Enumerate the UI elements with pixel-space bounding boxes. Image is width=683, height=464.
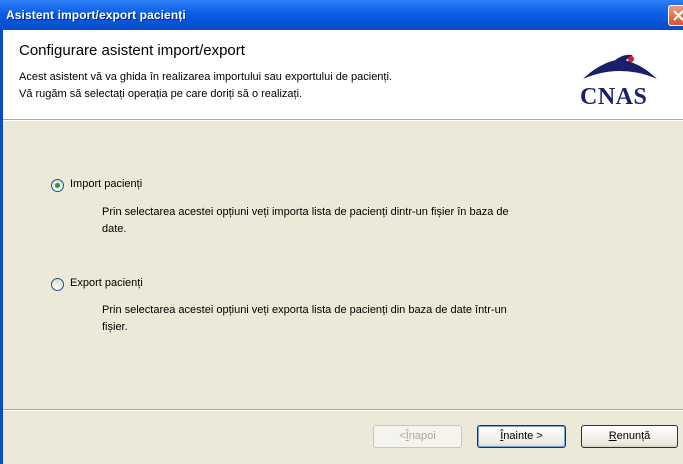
next-button[interactable]: Înainte >: [477, 425, 566, 448]
header-separator-highlight: [3, 120, 683, 121]
export-option-label[interactable]: Export pacienți: [70, 277, 143, 289]
cancel-button[interactable]: Renunță: [581, 425, 678, 448]
logo-text: CNAS: [580, 84, 648, 110]
back-button-label: napoi: [408, 430, 436, 442]
window-title: Asistent import/export pacienți: [6, 8, 186, 22]
import-option-description-line-1: Prin selectarea acestei opțiuni veți imp…: [102, 206, 509, 218]
export-option-description-line-2: fișier.: [102, 321, 128, 333]
cnas-logo-icon: [583, 54, 657, 79]
export-radio[interactable]: [51, 278, 64, 291]
cancel-button-accelerator: R: [608, 430, 617, 442]
cnas-logo: CNAS: [575, 49, 665, 111]
close-button[interactable]: [668, 5, 683, 26]
import-radio[interactable]: [51, 179, 64, 192]
next-button-arrow: >: [536, 430, 543, 442]
import-option-label[interactable]: Import pacienți: [70, 178, 142, 190]
import-export-wizard-window: Asistent import/export pacienți Configur…: [0, 0, 683, 464]
header-description-line-2: Vă rugăm să selectați operația pe care d…: [19, 88, 303, 100]
header-description-line-1: Acest asistent vă va ghida în realizarea…: [19, 71, 392, 83]
close-icon: [673, 10, 683, 21]
header-title: Configurare asistent import/export: [19, 42, 245, 59]
footer-separator-highlight: [3, 410, 683, 411]
next-button-label: nainte: [503, 430, 534, 442]
cancel-button-label: enunță: [616, 430, 651, 442]
wizard-header: Configurare asistent import/export Acest…: [3, 30, 683, 119]
title-bar[interactable]: Asistent import/export pacienți: [0, 0, 683, 30]
back-button[interactable]: <Înapoi: [373, 425, 462, 448]
export-option-description-line-1: Prin selectarea acestei opțiuni veți exp…: [102, 304, 507, 316]
import-option-description-line-2: date.: [102, 223, 127, 235]
